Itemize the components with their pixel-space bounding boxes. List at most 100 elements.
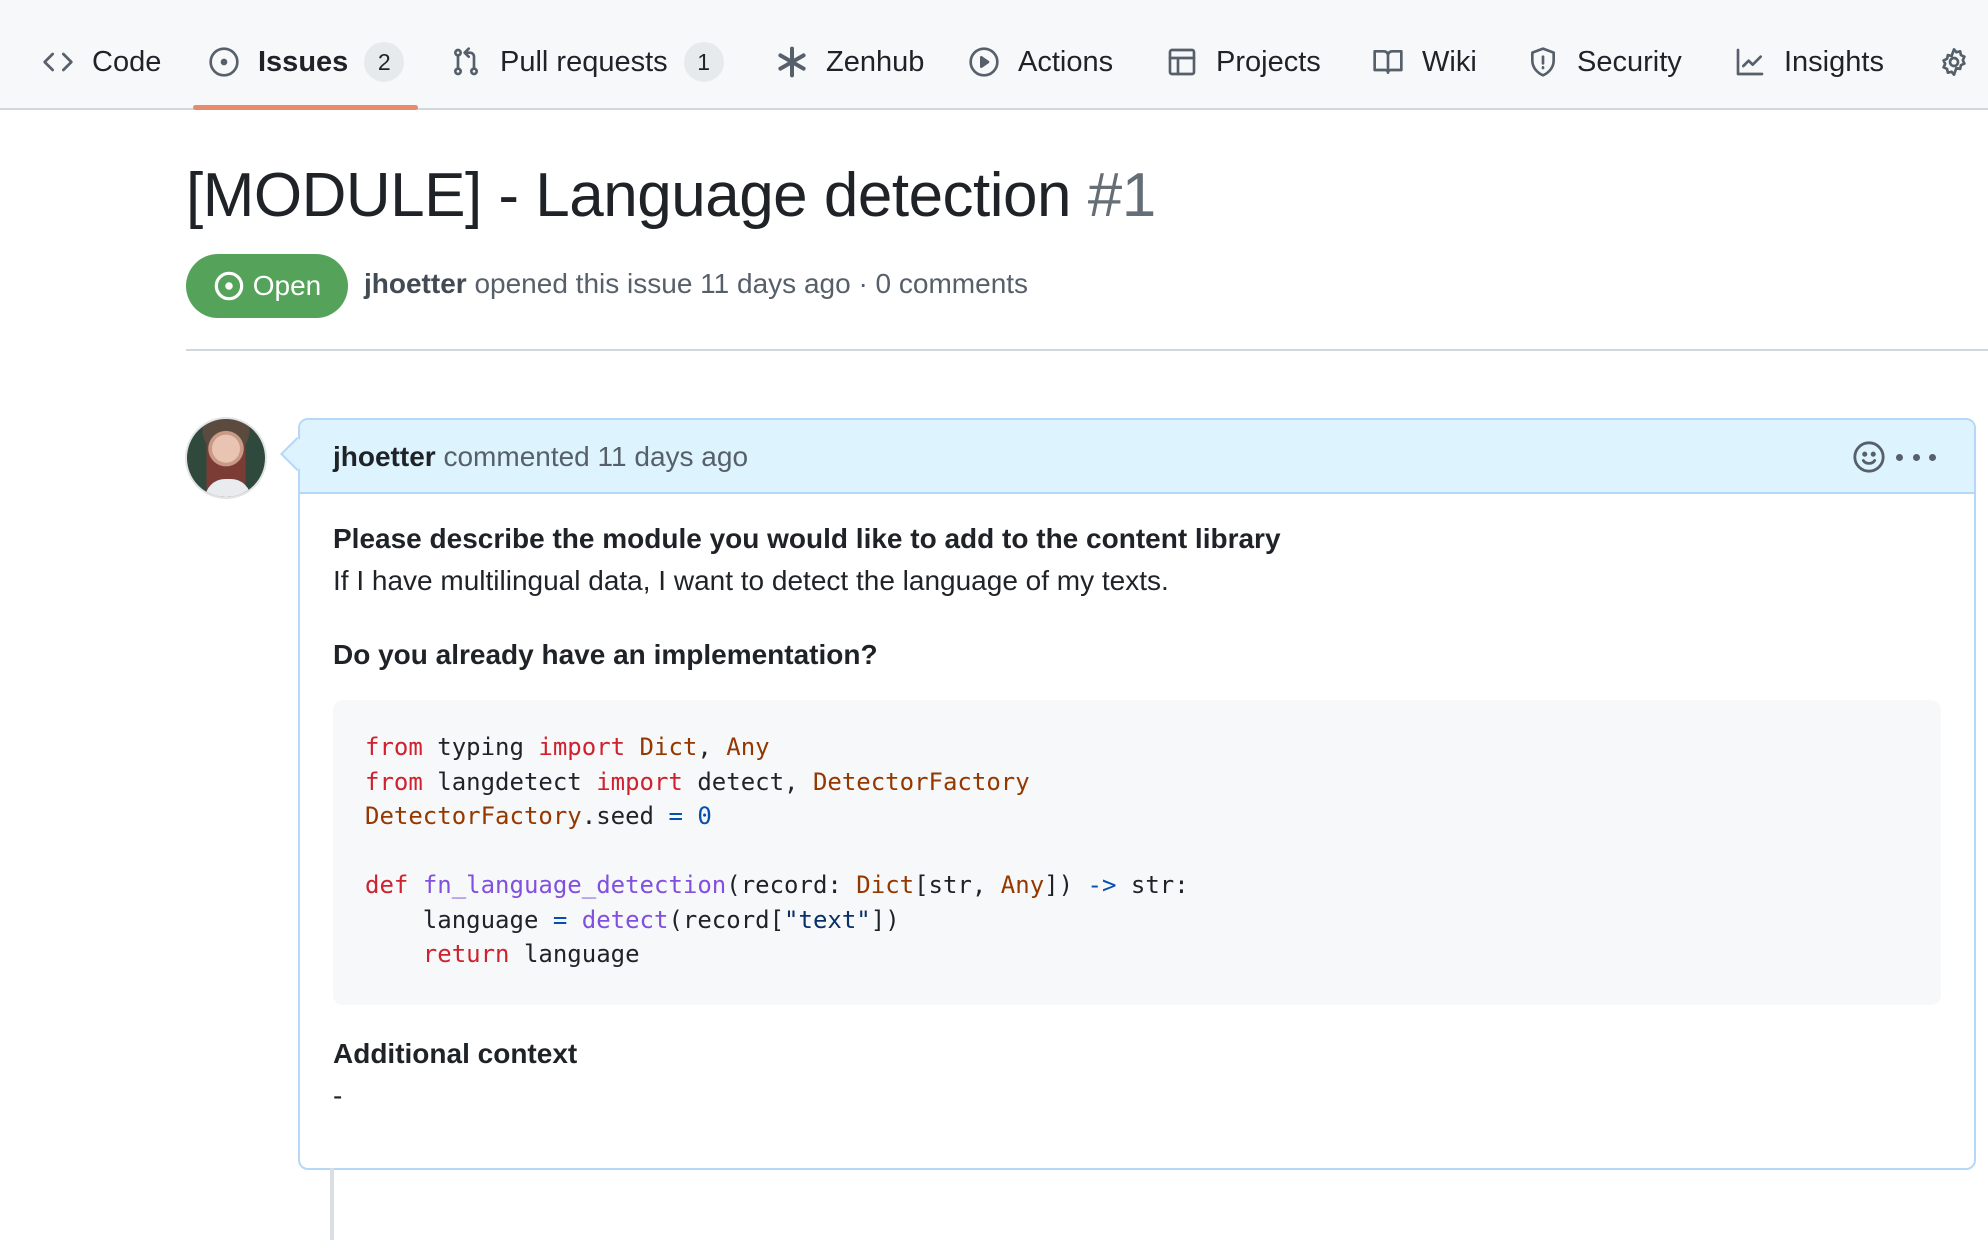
book-icon — [1372, 46, 1404, 78]
code-token: Any — [726, 733, 770, 761]
tab-label: Insights — [1784, 45, 1884, 78]
code-token: return — [422, 940, 510, 968]
kebab-dot-icon — [1912, 453, 1920, 461]
section-heading: Please describe the module you would lik… — [333, 523, 1281, 554]
code-token: detect — [581, 905, 669, 934]
issue-state-badge: Open — [186, 254, 348, 318]
git-pull-request-icon — [450, 46, 482, 78]
code-token: from — [365, 767, 423, 796]
tab-code[interactable]: Code — [42, 38, 161, 86]
comment-box: jhoetter commented 11 days ago Please de… — [298, 418, 1976, 1170]
code-line: DetectorFactory.seed = 0 — [365, 799, 1909, 834]
issue-title: [MODULE] - Language detection #1 — [186, 160, 1156, 231]
zenhub-asterisk-icon — [776, 46, 808, 78]
timeline-line — [330, 1168, 334, 1240]
comment-meta-text: commented 11 days ago — [435, 441, 749, 472]
issues-count-badge: 2 — [364, 42, 405, 82]
paragraph: - — [333, 1080, 343, 1111]
code-icon — [42, 46, 74, 78]
tab-settings[interactable] — [1938, 38, 1988, 86]
avatar-shirt — [205, 479, 251, 497]
code-block: from typing import Dict, Any from langdet… — [333, 700, 1941, 1005]
code-token: = — [552, 905, 568, 934]
shield-icon — [1527, 46, 1559, 78]
code-token: detect, — [682, 767, 813, 796]
issue-author-link[interactable]: jhoetter — [364, 268, 467, 299]
code-token: 0 — [697, 802, 712, 830]
repo-nav: Code Issues 2 Pull requests 1 Zenhub Act… — [0, 0, 1988, 110]
tab-insights[interactable]: Insights — [1734, 38, 1884, 86]
code-token: .seed — [581, 802, 669, 830]
comment-author-link[interactable]: jhoetter — [333, 441, 436, 472]
tab-zenhub[interactable]: Zenhub — [776, 38, 924, 86]
code-token: ]) — [1044, 871, 1088, 899]
code-token: (record: — [726, 871, 857, 899]
code-token: def — [365, 871, 409, 899]
gear-icon — [1938, 46, 1970, 78]
active-tab-indicator — [193, 105, 418, 110]
tab-issues[interactable]: Issues 2 — [208, 38, 405, 86]
code-token: "text" — [784, 905, 871, 934]
code-token: import — [538, 733, 626, 761]
code-token: typing — [422, 733, 539, 761]
code-token: Any — [1000, 871, 1045, 899]
code-token: language — [509, 940, 640, 968]
tab-pull-requests[interactable]: Pull requests 1 — [450, 38, 724, 86]
tab-security[interactable]: Security — [1527, 38, 1682, 86]
comment-options-button[interactable] — [1896, 442, 1936, 472]
code-token: , — [697, 733, 727, 761]
graph-icon — [1734, 46, 1766, 78]
kebab-dot-icon — [1896, 453, 1903, 461]
add-reaction-button[interactable] — [1852, 440, 1886, 474]
tab-label: Zenhub — [826, 45, 925, 78]
comment-author-line: jhoetter commented 11 days ago — [333, 441, 748, 473]
tab-label: Security — [1577, 45, 1682, 78]
tab-wiki[interactable]: Wiki — [1372, 38, 1477, 86]
tab-projects[interactable]: Projects — [1166, 38, 1321, 86]
tab-label: Actions — [1018, 45, 1114, 78]
code-token: [str, — [914, 871, 1001, 899]
tab-actions[interactable]: Actions — [968, 38, 1113, 86]
issue-state-label: Open — [252, 270, 322, 301]
code-token: from — [365, 733, 423, 761]
issue-opened-icon — [214, 271, 244, 301]
issue-number: #1 — [1087, 161, 1156, 230]
code-token: = — [668, 802, 683, 830]
issue-title-text: [MODULE] - Language detection — [186, 161, 1072, 230]
code-token: langdetect — [422, 767, 597, 796]
table-icon — [1166, 46, 1198, 78]
issue-meta-text: opened this issue 11 days ago · 0 commen… — [466, 268, 1029, 299]
tab-label: Code — [92, 45, 162, 78]
code-token: (record[ — [668, 905, 785, 934]
paragraph: If I have multilingual data, I want to d… — [333, 565, 1169, 596]
pull-requests-count-badge: 1 — [683, 42, 724, 82]
avatar[interactable] — [185, 417, 267, 499]
code-line: language = detect(record["text"]) — [365, 903, 1909, 938]
code-line: def fn_language_detection(record: Dict[s… — [365, 868, 1909, 903]
tab-label: Pull requests — [500, 45, 668, 78]
issue-meta: jhoetter opened this issue 11 days ago ·… — [364, 268, 1028, 300]
code-line: return language — [365, 937, 1909, 972]
code-token: ]) — [870, 905, 900, 934]
code-token: language — [365, 905, 553, 934]
section-heading: Do you already have an implementation? — [333, 639, 878, 670]
code-token: import — [596, 767, 683, 796]
kebab-dot-icon — [1929, 453, 1936, 461]
code-token: Dict — [639, 733, 698, 761]
code-line: from typing import Dict, Any — [365, 730, 1909, 765]
code-token: DetectorFactory — [812, 767, 1030, 796]
code-token: -> — [1087, 871, 1117, 899]
code-token: DetectorFactory — [365, 802, 582, 830]
tab-label: Issues — [258, 45, 349, 78]
tab-label: Projects — [1216, 45, 1321, 78]
tab-label: Wiki — [1422, 45, 1477, 78]
header-divider — [186, 349, 1988, 351]
comment-header: jhoetter commented 11 days ago — [300, 420, 1974, 494]
comment-body: Please describe the module you would lik… — [333, 518, 1941, 1117]
play-icon — [968, 46, 1000, 78]
